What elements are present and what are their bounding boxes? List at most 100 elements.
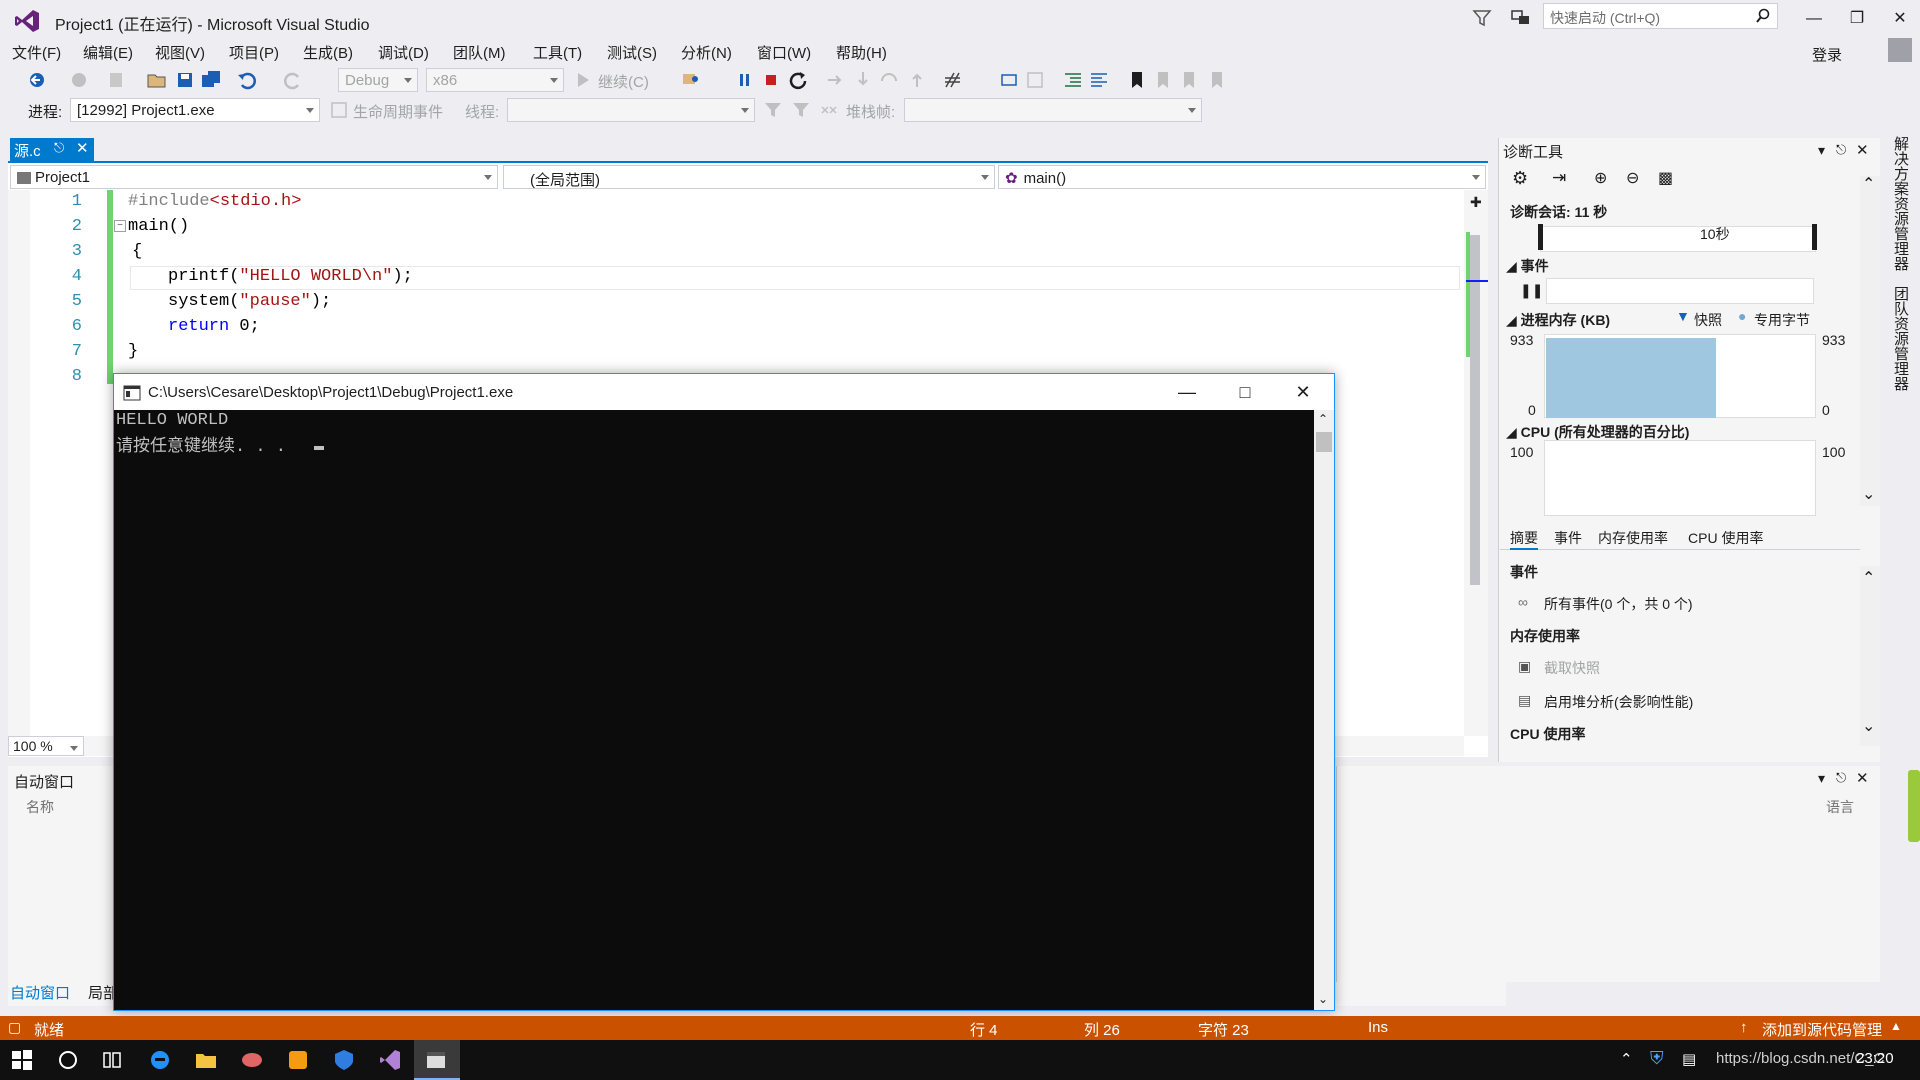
thread-flag-icon[interactable] — [790, 99, 812, 121]
console-scroll-thumb[interactable] — [1316, 432, 1332, 452]
login-link[interactable]: 登录 — [1812, 44, 1842, 65]
zoom-level-select[interactable]: 100 % — [8, 736, 84, 756]
navigate-back-icon[interactable] — [26, 69, 48, 91]
indent-icon[interactable] — [1062, 69, 1084, 91]
restart-icon[interactable] — [787, 69, 809, 91]
lifecycle-events-label[interactable]: 生命周期事件 — [353, 101, 443, 122]
timeline-end-handle[interactable] — [1812, 224, 1817, 250]
task-view-icon[interactable] — [100, 1048, 124, 1072]
continue-play-icon[interactable] — [572, 69, 594, 91]
navigate-forward-icon[interactable] — [68, 69, 90, 91]
split-view-icon[interactable]: ✚ — [1470, 194, 1482, 211]
next-bookmark-icon[interactable] — [1178, 69, 1200, 91]
menu-view[interactable]: 视图(V) — [155, 42, 205, 63]
cpu-section-header[interactable]: ◢ CPU (所有处理器的百分比) — [1506, 422, 1689, 442]
menu-file[interactable]: 文件(F) — [12, 42, 61, 63]
notifications-filter-icon[interactable] — [1472, 8, 1492, 28]
console-scrollbar[interactable] — [1314, 410, 1334, 1010]
tab-team-explorer[interactable]: 团队资源管理器 — [1890, 286, 1911, 391]
zoom-in-icon[interactable]: ⊕ — [1594, 168, 1607, 188]
menu-analyze[interactable]: 分析(N) — [681, 42, 732, 63]
tab-solution-explorer[interactable]: 解决方案资源管理器 — [1890, 136, 1911, 271]
tab-memory-usage[interactable]: 内存使用率 — [1598, 528, 1668, 548]
autos-column-name[interactable]: 名称 — [26, 797, 54, 817]
session-timeline[interactable] — [1540, 226, 1816, 252]
stack-frames-icon[interactable] — [818, 99, 840, 121]
tab-autos[interactable]: 自动窗口 — [10, 982, 70, 1003]
zoom-out-icon[interactable]: ⊖ — [1626, 168, 1639, 188]
scroll-up-icon[interactable]: ⌃ — [1862, 174, 1875, 194]
tab-summary[interactable]: 摘要 — [1510, 528, 1538, 550]
quick-launch-input[interactable]: 快速启动 (Ctrl+Q) — [1543, 3, 1778, 29]
thread-select[interactable] — [507, 98, 755, 122]
timeline-start-handle[interactable] — [1538, 224, 1543, 250]
menu-tools[interactable]: 工具(T) — [533, 42, 582, 63]
tray-clock[interactable]: 23:20 — [1856, 1050, 1894, 1067]
save-icon[interactable] — [174, 69, 196, 91]
pin-icon[interactable]: ⎋ — [1836, 770, 1846, 786]
console-output[interactable] — [114, 410, 1314, 1010]
scroll-down-icon[interactable]: ⌄ — [1862, 484, 1875, 504]
tray-shield-icon[interactable]: ⛨ — [1650, 1048, 1664, 1069]
new-project-icon[interactable] — [106, 69, 128, 91]
menu-build[interactable]: 生成(B) — [303, 42, 353, 63]
menu-debug[interactable]: 调试(D) — [378, 42, 429, 63]
pin-icon[interactable]: ⎋ — [1836, 142, 1846, 158]
previous-bookmark-icon[interactable] — [1152, 69, 1174, 91]
save-all-icon[interactable] — [200, 69, 222, 91]
edge-browser-icon[interactable] — [148, 1048, 172, 1072]
search-icon[interactable] — [1755, 8, 1771, 24]
bookmark-icon[interactable] — [1126, 69, 1148, 91]
scroll-up-icon[interactable]: ⌃ — [1862, 568, 1875, 588]
scroll-up-icon[interactable]: ⌃ — [1318, 412, 1328, 426]
tray-chevron-up-icon[interactable]: ⌃ — [1620, 1050, 1633, 1068]
feedback-icon[interactable] — [1510, 8, 1532, 28]
editor-tab-source[interactable]: 源.c ⎋ ✕ — [10, 138, 94, 161]
take-snapshot-button[interactable]: 截取快照 — [1544, 658, 1600, 678]
tab-cpu-usage[interactable]: CPU 使用率 — [1688, 528, 1763, 548]
tab-events[interactable]: 事件 — [1554, 528, 1582, 548]
menu-help[interactable]: 帮助(H) — [836, 42, 887, 63]
stack-frame-select[interactable] — [904, 98, 1202, 122]
window-options-icon[interactable]: ▾ — [1818, 142, 1825, 159]
indicator-margin[interactable] — [8, 190, 30, 736]
process-select[interactable]: [12992] Project1.exe — [70, 98, 320, 122]
search-circle-icon[interactable] — [56, 1048, 80, 1072]
all-events-link[interactable]: 所有事件(0 个，共 0 个) — [1544, 594, 1693, 614]
heap-analysis-button[interactable]: 启用堆分析(会影响性能) — [1544, 692, 1693, 712]
file-explorer-icon[interactable] — [194, 1048, 218, 1072]
close-button[interactable]: ✕ — [1883, 4, 1917, 34]
cpu-usage-chart[interactable] — [1544, 440, 1816, 516]
project-navigation-select[interactable]: Project1 — [10, 165, 498, 189]
open-file-icon[interactable] — [146, 69, 168, 91]
browse-icon[interactable] — [680, 69, 702, 91]
minimize-button[interactable]: — — [1797, 4, 1831, 34]
diagnostics-scrollbar[interactable] — [1860, 176, 1880, 506]
settings-gear-icon[interactable]: ⚙ — [1512, 168, 1528, 189]
redo-icon[interactable] — [282, 69, 304, 91]
break-all-pause-icon[interactable] — [734, 69, 756, 91]
window-options-icon[interactable]: ▾ — [1818, 770, 1825, 787]
windows-start-icon[interactable] — [10, 1048, 34, 1072]
scroll-down-icon[interactable]: ⌄ — [1318, 992, 1328, 1006]
clear-bookmarks-icon[interactable] — [1206, 69, 1228, 91]
solution-platform-select[interactable]: x86 — [426, 68, 564, 92]
close-panel-icon[interactable]: ✕ — [1856, 769, 1869, 787]
add-to-source-control-button[interactable]: 添加到源代码管理 — [1762, 1019, 1882, 1040]
visual-studio-taskbar-icon[interactable] — [378, 1048, 402, 1072]
close-panel-icon[interactable]: ✕ — [1856, 141, 1869, 159]
close-tab-icon[interactable]: ✕ — [76, 139, 89, 157]
thread-filter-icon[interactable] — [762, 99, 784, 121]
comment-icon[interactable] — [1088, 69, 1110, 91]
continue-button-label[interactable]: 继续(C) — [598, 71, 649, 92]
solution-configuration-select[interactable]: Debug — [338, 68, 418, 92]
collapse-region-icon[interactable]: − — [114, 220, 126, 232]
events-section-header[interactable]: ◢ 事件 — [1506, 256, 1549, 276]
step-out-icon[interactable] — [906, 69, 928, 91]
menu-test[interactable]: 测试(S) — [607, 42, 657, 63]
pin-icon[interactable]: ⎋ — [54, 140, 64, 156]
app-icon-3[interactable] — [332, 1048, 356, 1072]
menu-project[interactable]: 项目(P) — [229, 42, 279, 63]
menu-team[interactable]: 团队(M) — [453, 42, 506, 63]
chevron-up-icon[interactable]: ▲ — [1890, 1019, 1902, 1033]
